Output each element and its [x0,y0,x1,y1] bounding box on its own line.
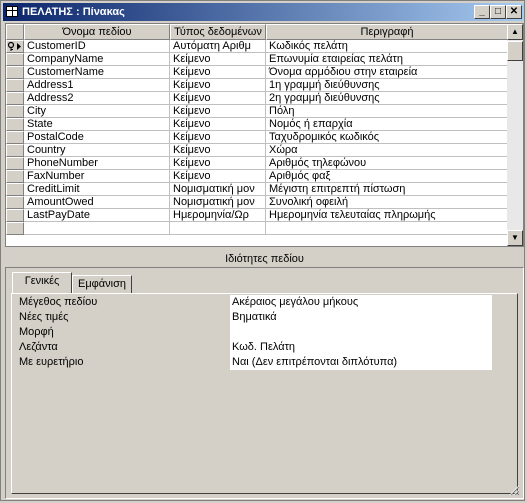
primary-key-icon [7,41,21,51]
description-cell[interactable]: Νομός ή επαρχία [266,118,508,131]
description-cell[interactable]: 1η γραμμή διεύθυνσης [266,79,508,92]
row-selector[interactable] [6,157,24,170]
property-label: Με ευρετήριο [19,356,84,368]
row-selector[interactable] [6,170,24,183]
property-label: Μορφή [19,326,54,338]
data-type-cell[interactable]: Κείμενο [170,53,266,66]
data-type-cell[interactable]: Ημερομηνία/Ωρ [170,209,266,222]
field-name-cell[interactable]: CreditLimit [24,183,170,196]
description-cell[interactable]: Επωνυμία εταιρείας πελάτη [266,53,508,66]
field-name-cell[interactable]: City [24,105,170,118]
property-value-field[interactable]: Βηματικά [230,310,492,325]
row-selector[interactable] [6,92,24,105]
description-cell[interactable]: Συνολική οφειλή [266,196,508,209]
description-cell[interactable]: Χώρα [266,144,508,157]
description-cell[interactable]: 2η γραμμή διεύθυνσης [266,92,508,105]
description-cell[interactable] [266,222,508,235]
property-label: Λεζάντα [19,341,58,353]
property-value-field[interactable]: Κωδ. Πελάτη [230,340,492,355]
property-label: Μέγεθος πεδίου [19,296,98,308]
field-name-cell[interactable]: PostalCode [24,131,170,144]
row-selector[interactable] [6,118,24,131]
row-selector[interactable] [6,183,24,196]
data-type-cell[interactable]: Νομισματική μον [170,183,266,196]
data-type-cell[interactable]: Νομισματική μον [170,196,266,209]
data-type-cell[interactable]: Κείμενο [170,92,266,105]
field-name-cell[interactable]: CompanyName [24,53,170,66]
tab-appearance[interactable]: Εμφάνιση [72,275,132,293]
row-selector[interactable] [6,53,24,66]
field-name-cell[interactable]: Address1 [24,79,170,92]
data-type-cell[interactable]: Αυτόματη Αριθμ [170,40,266,53]
field-name-cell[interactable]: Address2 [24,92,170,105]
maximize-icon: □ [494,6,502,17]
vertical-scrollbar[interactable]: ▲ ▼ [507,24,523,246]
field-name-cell[interactable]: LastPayDate [24,209,170,222]
field-name-cell[interactable]: FaxNumber [24,170,170,183]
description-cell[interactable]: Ημερομηνία τελευταίας πληρωμής [266,209,508,222]
table-icon[interactable] [6,6,18,17]
minimize-icon: _ [479,6,485,17]
field-name-cell[interactable]: PhoneNumber [24,157,170,170]
property-value-field[interactable]: Ακέραιος μεγάλου μήκους [230,295,492,310]
field-name-cell[interactable]: State [24,118,170,131]
scroll-down-button[interactable]: ▼ [507,230,523,246]
data-type-cell[interactable] [170,222,266,235]
column-header-description[interactable]: Περιγραφή [266,24,508,40]
field-name-cell[interactable] [24,222,170,235]
window-title: ΠΕΛΑΤΗΣ : Πίνακας [22,6,125,18]
data-type-cell[interactable]: Κείμενο [170,66,266,79]
field-name-cell[interactable]: AmountOwed [24,196,170,209]
data-type-cell[interactable]: Κείμενο [170,157,266,170]
tab-general[interactable]: Γενικές [12,272,72,293]
title-bar[interactable]: ΠΕΛΑΤΗΣ : Πίνακας _ □ ✕ [3,3,524,21]
close-icon: ✕ [509,6,519,17]
description-cell[interactable]: Μέγιστη επιτρεπτή πίστωση [266,183,508,196]
row-selector[interactable] [6,66,24,79]
description-cell[interactable]: Κωδικός πελάτη [266,40,508,53]
row-selector[interactable] [6,131,24,144]
data-type-cell[interactable]: Κείμενο [170,118,266,131]
header-corner[interactable] [6,24,24,40]
row-selector[interactable] [6,222,24,235]
field-name-cell[interactable]: CustomerID [24,40,170,53]
property-value-field[interactable] [230,325,492,340]
property-value-field[interactable]: Ναι (Δεν επιτρέπονται διπλότυπα) [230,355,492,370]
data-type-cell[interactable]: Κείμενο [170,79,266,92]
description-cell[interactable]: Αριθμός φαξ [266,170,508,183]
scroll-up-button[interactable]: ▲ [507,24,523,40]
close-button[interactable]: ✕ [506,5,522,19]
field-name-cell[interactable]: Country [24,144,170,157]
row-selector[interactable] [6,105,24,118]
row-selector[interactable] [6,196,24,209]
data-type-cell[interactable]: Κείμενο [170,105,266,118]
row-selector[interactable] [6,144,24,157]
row-selector[interactable] [6,209,24,222]
property-label: Νέες τιμές [19,311,69,323]
data-type-cell[interactable]: Κείμενο [170,131,266,144]
description-cell[interactable]: Αριθμός τηλεφώνου [266,157,508,170]
row-selector[interactable] [6,79,24,92]
resize-grip-icon[interactable] [508,484,520,496]
table-design-window: ΠΕΛΑΤΗΣ : Πίνακας _ □ ✕ Όνομα πεδίου Τύπ… [0,0,525,501]
grid-header: Όνομα πεδίου Τύπος δεδομένων Περιγραφή [6,24,508,40]
minimize-button[interactable]: _ [474,5,490,19]
data-type-cell[interactable]: Κείμενο [170,144,266,157]
field-name-cell[interactable]: CustomerName [24,66,170,79]
row-selector[interactable] [6,40,24,53]
field-grid[interactable]: Όνομα πεδίου Τύπος δεδομένων Περιγραφή C… [5,23,524,247]
description-cell[interactable]: Όνομα αρμόδιου στην εταιρεία [266,66,508,79]
data-type-cell[interactable]: Κείμενο [170,170,266,183]
description-cell[interactable]: Ταχυδρομικός κωδικός [266,131,508,144]
column-header-field-name[interactable]: Όνομα πεδίου [24,24,170,40]
field-properties-title: Ιδιότητες πεδίου [225,253,304,265]
maximize-button[interactable]: □ [490,5,506,19]
column-header-data-type[interactable]: Τύπος δεδομένων [170,24,266,40]
scroll-thumb[interactable] [507,41,523,61]
description-cell[interactable]: Πόλη [266,105,508,118]
